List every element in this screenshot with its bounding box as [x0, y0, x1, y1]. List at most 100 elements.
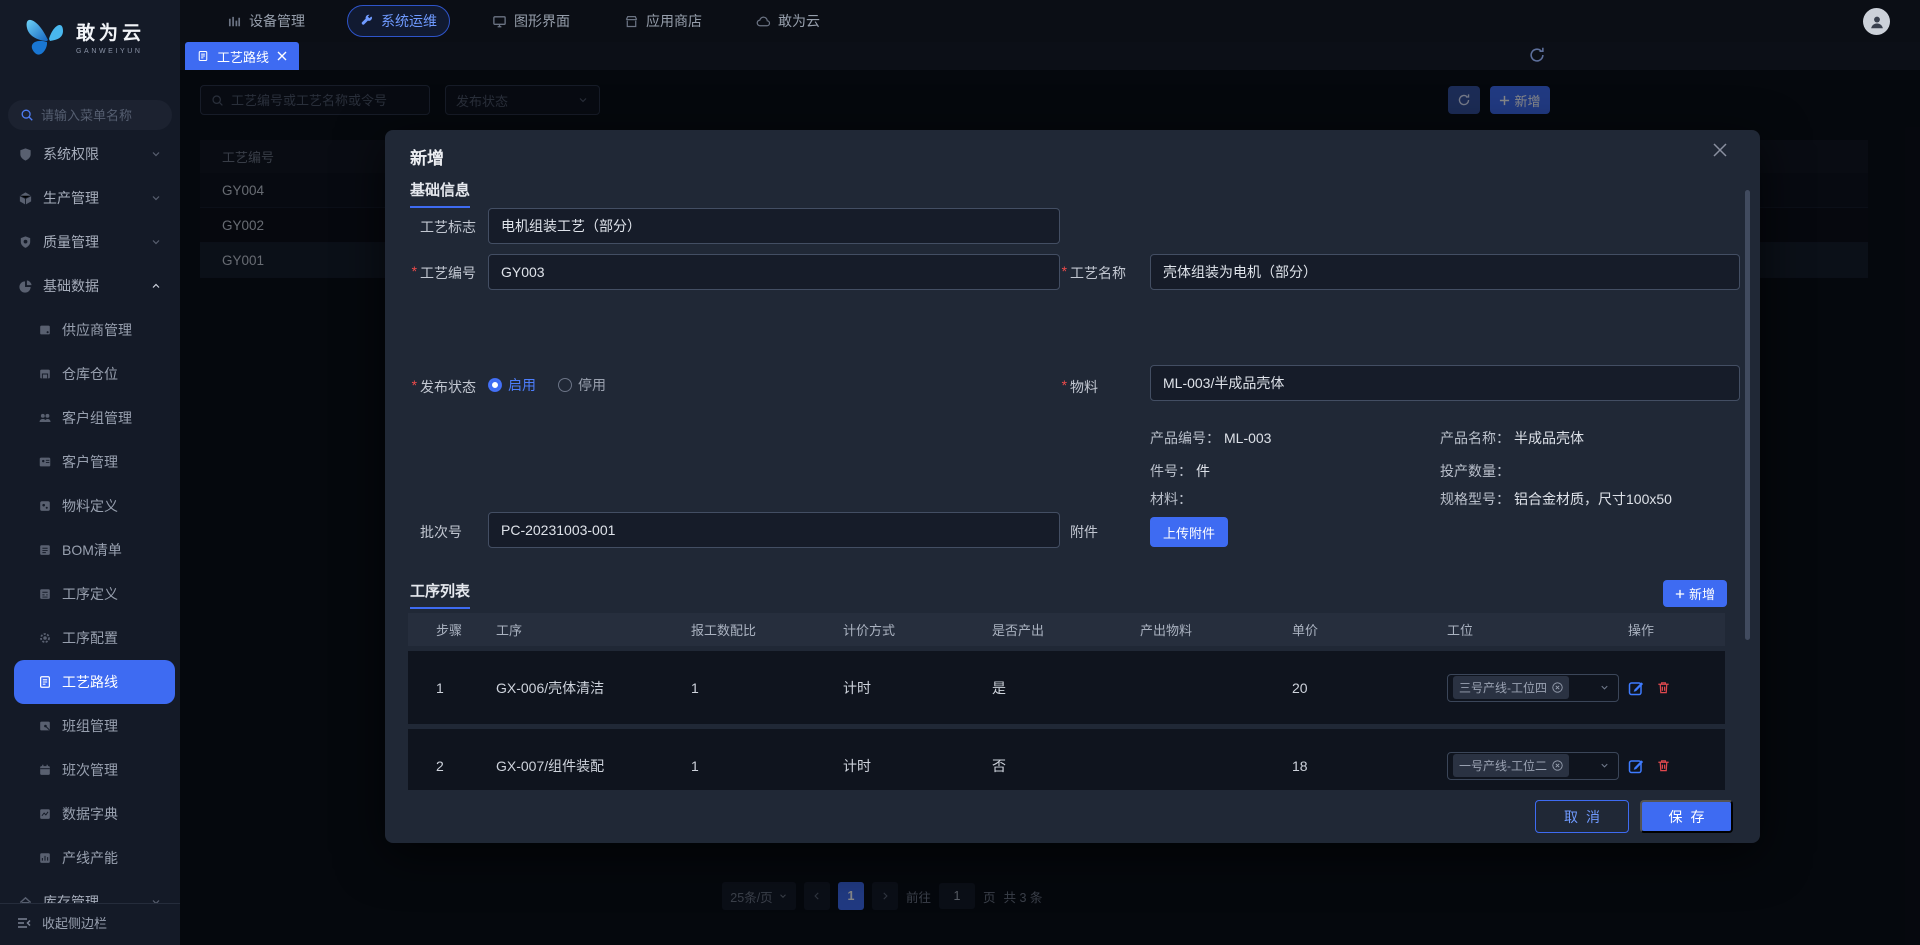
chevron-up-icon [150, 280, 162, 292]
sidebar-item-team-management[interactable]: 班组管理 [0, 704, 180, 748]
product-no-line: 产品编号：ML-003 [1150, 428, 1271, 448]
step-row: 1 GX-006/壳体清洁 1 计时 是 20 三号产线-工位四 [408, 651, 1725, 724]
remove-tag-icon[interactable] [1552, 760, 1563, 771]
sidebar: 敢为云 GANWEIYUN 系统权限 生产管理 质量管理 [0, 0, 180, 945]
remove-tag-icon[interactable] [1552, 682, 1563, 693]
chevron-down-icon [1599, 760, 1610, 771]
sidebar-item-process-route[interactable]: 工艺路线 [14, 660, 175, 704]
edit-step-icon[interactable] [1628, 758, 1644, 774]
delete-step-icon[interactable] [1656, 758, 1671, 773]
brand-name: 敢为云 [76, 18, 145, 45]
sidebar-item-material-definition[interactable]: 物料定义 [0, 484, 180, 528]
sidebar-item-customer-group-management[interactable]: 客户组管理 [0, 396, 180, 440]
nav-label: 图形界面 [514, 11, 570, 31]
publish-status-radio-group: 启用 停用 [488, 375, 606, 395]
modal-scrollbar[interactable] [1745, 190, 1750, 640]
save-button[interactable]: 保存 [1640, 800, 1733, 833]
add-process-modal: 新增 基础信息 工艺标志 * 工艺编号 * 工艺名称 * 发布状态 启用 停用 … [385, 130, 1760, 843]
nav-graphic-interface[interactable]: 图形界面 [480, 6, 582, 36]
gear-icon [38, 631, 52, 645]
nav-label: 敢为云 [778, 11, 820, 31]
nav-device-management[interactable]: 设备管理 [215, 6, 317, 36]
capacity-chart-icon [38, 851, 52, 865]
close-modal-icon[interactable] [1712, 142, 1734, 164]
sidebar-item-line-capacity[interactable]: 产线产能 [0, 836, 180, 880]
sidebar-menu: 系统权限 生产管理 质量管理 基础数据 供应商管理 [0, 136, 180, 903]
close-tab-icon[interactable] [277, 51, 287, 61]
add-step-button[interactable]: 新增 [1663, 580, 1727, 607]
process-mark-label: 工艺标志 [420, 217, 476, 237]
sidebar-item-shift-management[interactable]: 班次管理 [0, 748, 180, 792]
dictionary-icon [38, 807, 52, 821]
steps-table-header: 步骤 工序 报工数配比 计价方式 是否产出 产出物料 单价 工位 操作 [408, 613, 1725, 646]
material-label: 物料 [1070, 377, 1098, 397]
calendar-icon [38, 763, 52, 777]
part-no-line: 件号：件 [1150, 461, 1210, 481]
top-bar: 设备管理 系统运维 图形界面 应用商店 敢为云 [180, 0, 1920, 42]
process-name-input[interactable] [1150, 254, 1740, 290]
upload-attachment-button[interactable]: 上传附件 [1150, 517, 1228, 547]
team-drive-icon [38, 719, 52, 733]
row-operations [1628, 680, 1725, 696]
person-icon [1868, 13, 1886, 31]
sidebar-item-data-dictionary[interactable]: 数据字典 [0, 792, 180, 836]
sidebar-item-process-configuration[interactable]: 工序配置 [0, 616, 180, 660]
device-icon [227, 14, 242, 29]
cube-icon [18, 191, 33, 206]
pie-chart-icon [18, 279, 33, 294]
tab-process-route[interactable]: 工艺路线 [185, 42, 299, 70]
radio-disabled[interactable]: 停用 [558, 375, 606, 395]
process-code-input[interactable] [488, 254, 1060, 290]
nav-system-operations[interactable]: 系统运维 [347, 5, 450, 37]
tab-bar: 工艺路线 [180, 42, 1920, 70]
modal-footer: 取消 保存 [385, 790, 1760, 843]
publish-status-label: 发布状态 [420, 377, 476, 397]
edit-step-icon[interactable] [1628, 680, 1644, 696]
sidebar-item-production-management[interactable]: 生产管理 [0, 176, 180, 220]
tab-label: 工艺路线 [217, 47, 269, 66]
bom-doc-icon [38, 543, 52, 557]
basic-info-section-title: 基础信息 [410, 179, 470, 208]
home-icon [18, 895, 33, 904]
sidebar-item-quality-management[interactable]: 质量管理 [0, 220, 180, 264]
sidebar-item-warehouse-location[interactable]: 仓库仓位 [0, 352, 180, 396]
refresh-tabs-icon[interactable] [1528, 46, 1548, 66]
nav-label: 系统运维 [381, 11, 437, 31]
material-icon [38, 499, 52, 513]
nav-ganwei-cloud[interactable]: 敢为云 [744, 6, 832, 36]
delete-step-icon[interactable] [1656, 680, 1671, 695]
collapse-sidebar-button[interactable]: 收起侧边栏 [16, 913, 107, 932]
sidebar-item-process-definition[interactable]: 工序定义 [0, 572, 180, 616]
menu-search[interactable] [8, 100, 172, 130]
workstation-tag: 一号产线-工位二 [1453, 754, 1569, 777]
sidebar-item-inventory-management[interactable]: 库存管理 [0, 880, 180, 903]
search-icon [20, 108, 34, 122]
wrench-icon [360, 14, 374, 28]
radio-enabled[interactable]: 启用 [488, 375, 536, 395]
production-qty-line: 投产数量： [1440, 461, 1514, 481]
workstation-tag: 三号产线-工位四 [1453, 676, 1569, 699]
sidebar-item-customer-management[interactable]: 客户管理 [0, 440, 180, 484]
sidebar-item-basic-data[interactable]: 基础数据 [0, 264, 180, 308]
sidebar-item-bom-list[interactable]: BOM清单 [0, 528, 180, 572]
chevron-down-icon [150, 896, 162, 903]
brand-logo: 敢为云 GANWEIYUN [24, 10, 145, 60]
menu-search-input[interactable] [41, 108, 151, 123]
sidebar-item-supplier-management[interactable]: 供应商管理 [0, 308, 180, 352]
process-doc-icon [38, 587, 52, 601]
cancel-button[interactable]: 取消 [1535, 800, 1629, 833]
cloud-icon [756, 14, 771, 29]
workstation-select[interactable]: 一号产线-工位二 [1447, 752, 1619, 780]
material-info-line: 材料： [1150, 489, 1196, 509]
process-mark-input[interactable] [488, 208, 1060, 244]
app-window: 设备管理 系统运维 图形界面 应用商店 敢为云 [0, 0, 1920, 945]
material-input[interactable] [1150, 365, 1740, 401]
nav-app-store[interactable]: 应用商店 [612, 6, 714, 36]
workstation-select[interactable]: 三号产线-工位四 [1447, 674, 1619, 702]
nav-label: 应用商店 [646, 11, 702, 31]
sidebar-item-system-permissions[interactable]: 系统权限 [0, 136, 180, 176]
chevron-down-icon [150, 236, 162, 248]
modal-body: 新增 基础信息 工艺标志 * 工艺编号 * 工艺名称 * 发布状态 启用 停用 … [385, 130, 1760, 790]
user-avatar[interactable] [1863, 8, 1890, 35]
batch-no-input[interactable] [488, 512, 1060, 548]
